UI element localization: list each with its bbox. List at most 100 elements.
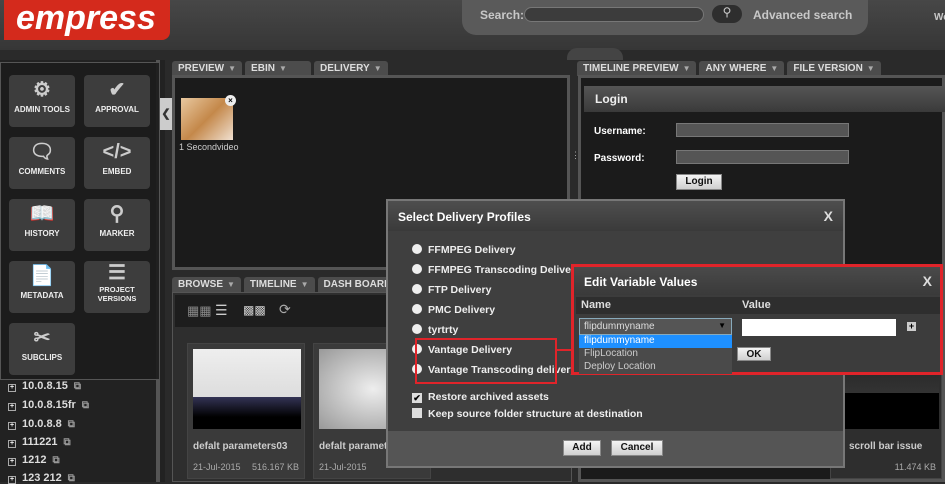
asset-name: scroll bar issue — [849, 441, 923, 452]
col-name: Name — [581, 299, 611, 311]
option-pmc-delivery[interactable]: PMC Delivery — [412, 304, 495, 316]
add-button[interactable]: Add — [563, 440, 601, 456]
close-button[interactable]: X — [824, 208, 833, 224]
tab-timeline-preview[interactable]: TIMELINE PREVIEW ▼ — [577, 61, 697, 76]
col-value: Value — [742, 299, 771, 311]
tree-item[interactable]: +111221 ⧉ — [8, 436, 71, 448]
asset-thumbnail — [193, 349, 301, 429]
book-icon: 📖 — [29, 203, 55, 225]
username-input[interactable] — [676, 123, 849, 137]
radio[interactable] — [412, 304, 422, 314]
dialog-title: Edit Variable Values — [574, 267, 940, 295]
tab-any-where[interactable]: ANY WHERE ▼ — [699, 61, 785, 76]
search-button[interactable]: ⚲ — [712, 5, 742, 23]
dropdown-option[interactable]: Deploy Location — [579, 361, 732, 374]
plus-icon[interactable]: + — [907, 322, 916, 331]
highlight-arrow — [557, 349, 571, 351]
refresh-icon[interactable]: ⟳ — [279, 301, 291, 318]
tab-ebin[interactable]: EBIN ▼ — [245, 61, 312, 76]
tab-timeline[interactable]: TIMELINE ▼ — [243, 277, 315, 292]
right-tabs: TIMELINE PREVIEW ▼ ANY WHERE ▼ FILE VERSIO… — [577, 61, 881, 76]
password-label: Password: — [594, 153, 645, 164]
name-select[interactable]: flipdummyname ▼ — [579, 318, 732, 335]
code-icon: </> — [102, 141, 132, 163]
search-panel: Search: ⚲ Advanced search — [462, 0, 868, 35]
admin-tools-button[interactable]: ⚙ ADMIN TOOLS — [9, 75, 75, 127]
header: empress Search: ⚲ Advanced search We — [0, 0, 945, 50]
list-view-icon[interactable]: ☰ — [215, 302, 228, 319]
collapse-handle[interactable] — [567, 48, 623, 60]
tab-delivery[interactable]: DELIVERY ▼ — [314, 61, 388, 76]
comments-button[interactable]: 🗨 COMMENTS — [9, 137, 75, 189]
radio[interactable] — [412, 264, 422, 274]
logo[interactable]: empress — [4, 0, 170, 40]
restore-archived-checkbox[interactable]: ✔ Restore archived assets — [412, 391, 549, 403]
dropdown-option[interactable]: flipdummyname — [579, 335, 732, 348]
filmstrip-view-icon[interactable]: ▩▩ — [243, 303, 266, 317]
layers-icon: ☰ — [108, 262, 126, 284]
tab-preview[interactable]: PREVIEW ▼ — [172, 61, 243, 76]
dialog-footer: Add Cancel — [388, 431, 843, 466]
name-dropdown: flipdummyname FlipLocation Deploy Locati… — [579, 335, 732, 374]
history-button[interactable]: 📖 HISTORY — [9, 199, 75, 251]
radio[interactable] — [412, 244, 422, 254]
value-input[interactable] — [742, 319, 896, 336]
option-ffmpeg-transcoding[interactable]: FFMPEG Transcoding Delivery — [412, 264, 581, 276]
highlight-box — [415, 338, 557, 384]
dropdown-option[interactable]: FlipLocation — [579, 348, 732, 361]
asset-name: defalt parameters03 — [193, 441, 288, 452]
welcome-text: We — [934, 12, 945, 23]
project-versions-button[interactable]: ☰ PROJECT VERSIONS — [84, 261, 150, 313]
edit-variable-values-dialog: Edit Variable Values X Name Value flipdu… — [571, 264, 943, 375]
embed-button[interactable]: </> EMBED — [84, 137, 150, 189]
search-label: Search: — [480, 8, 525, 22]
admin-icon: ⚙ — [33, 79, 51, 101]
option-tyrtrty[interactable]: tyrtrty — [412, 324, 458, 336]
asset-size: 516.167 KB — [251, 462, 299, 472]
check-icon: ✔ — [108, 79, 126, 101]
approval-button[interactable]: ✔ APPROVAL — [84, 75, 150, 127]
asset-date: 21-Jul-2015 — [319, 462, 367, 472]
grid-view-icon[interactable]: ▦▦ — [187, 303, 212, 319]
ok-button[interactable]: OK — [737, 347, 771, 361]
remove-icon[interactable]: × — [225, 95, 236, 106]
preview-item-label: 1 Secondvideo — [179, 142, 239, 152]
marker-button[interactable]: ⚲ MARKER — [84, 199, 150, 251]
pin-icon: ⚲ — [109, 203, 125, 225]
password-input[interactable] — [676, 150, 849, 164]
chevron-down-icon: ▼ — [718, 321, 726, 330]
asset-size: 11.474 KB — [894, 462, 936, 472]
radio[interactable] — [412, 324, 422, 334]
login-button[interactable]: Login — [676, 174, 722, 190]
close-button[interactable]: X — [923, 273, 932, 289]
option-ftp-delivery[interactable]: FTP Delivery — [412, 284, 491, 296]
tree-item[interactable]: +10.0.8.8 ⧉ — [8, 418, 75, 430]
comment-icon: 🗨 — [29, 141, 55, 163]
collapse-tools-button[interactable]: ❮ — [160, 98, 172, 130]
radio[interactable] — [412, 284, 422, 294]
table-header: Name Value — [576, 297, 940, 314]
browse-tabs: BROWSE ▼ TIMELINE ▼ DASH BOARD — [172, 277, 398, 292]
keep-folder-structure-checkbox[interactable]: Keep source folder structure at destinat… — [412, 408, 643, 420]
dialog-title: Select Delivery Profiles — [388, 201, 843, 231]
film-scissors-icon: ✂ — [33, 327, 51, 349]
video-thumbnail[interactable] — [181, 98, 233, 140]
subclips-button[interactable]: ✂ SUBCLIPS — [9, 323, 75, 375]
preview-tabs: PREVIEW ▼ EBIN ▼ DELIVERY ▼ — [172, 61, 388, 76]
tree-item[interactable]: +10.0.8.15 ⧉ — [8, 380, 81, 392]
tree-item[interactable]: +123 212 ⧉ — [8, 472, 75, 484]
tree-item[interactable]: +10.0.8.15fr ⧉ — [8, 399, 89, 411]
checkbox-checked[interactable]: ✔ — [412, 393, 422, 403]
cancel-button[interactable]: Cancel — [611, 440, 663, 456]
option-ffmpeg-delivery[interactable]: FFMPEG Delivery — [412, 244, 516, 256]
tools-menu: ⚙ ADMIN TOOLS ✔ APPROVAL 🗨 COMMENTS </> EMBE… — [0, 62, 160, 380]
asset-card[interactable]: defalt parameters03 21-Jul-2015 516.167 … — [187, 343, 305, 479]
search-input[interactable] — [524, 7, 704, 22]
login-title: Login — [584, 86, 945, 112]
checkbox[interactable] — [412, 408, 422, 418]
advanced-search-link[interactable]: Advanced search — [753, 8, 852, 22]
tree-item[interactable]: +1212 ⧉ — [8, 454, 60, 466]
tab-browse[interactable]: BROWSE ▼ — [172, 277, 241, 292]
tab-file-version[interactable]: FILE VERSION ▼ — [787, 61, 881, 76]
metadata-button[interactable]: 📄 METADATA — [9, 261, 75, 313]
